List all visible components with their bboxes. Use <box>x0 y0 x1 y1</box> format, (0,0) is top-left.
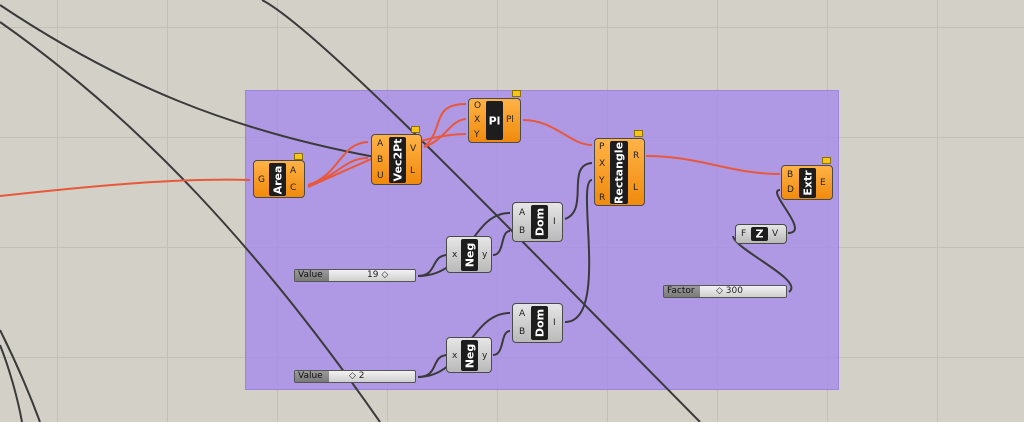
area-component[interactable]: G Area A C <box>253 160 305 198</box>
value-slider-1-label: Value <box>295 270 329 281</box>
pl-flag-icon <box>512 90 521 97</box>
neg2-name: Neg <box>461 340 478 371</box>
vec2pt-name: Vec2Pt <box>389 137 406 183</box>
value-slider-1-value[interactable]: 19 ◇ <box>367 270 388 281</box>
factor-slider-value[interactable]: ◇ 300 <box>716 286 743 297</box>
rectangle-output-l[interactable]: L <box>633 183 638 193</box>
z-input-f[interactable]: F <box>741 229 746 239</box>
extr-flag-icon <box>822 157 831 164</box>
rectangle-input-p[interactable]: P <box>599 142 604 152</box>
vec2pt-input-a[interactable]: A <box>377 139 383 149</box>
area-name: Area <box>269 163 286 196</box>
z-name: Z <box>751 227 768 241</box>
vec2pt-output-l[interactable]: L <box>410 166 415 176</box>
vec2pt-component[interactable]: A B U Vec2Pt V L <box>371 134 422 185</box>
extr-component[interactable]: B D Extr E <box>781 165 833 200</box>
dom1-name: Dom <box>531 205 548 239</box>
value-slider-2[interactable]: Value ◇ 2 <box>294 370 416 383</box>
rectangle-component[interactable]: P X Y R Rectangle R L <box>594 138 645 206</box>
neg1-name: Neg <box>461 239 478 271</box>
pl-component[interactable]: O X Y Pl Pl <box>468 98 521 143</box>
value-slider-2-value[interactable]: ◇ 2 <box>349 371 365 382</box>
neg2-output-y[interactable]: y <box>482 351 487 361</box>
rectangle-flag-icon <box>634 130 643 137</box>
extr-name: Extr <box>799 168 816 198</box>
factor-slider[interactable]: Factor ◇ 300 <box>663 285 787 298</box>
extr-output-e[interactable]: E <box>820 178 826 188</box>
neg2-input-x[interactable]: x <box>452 351 457 361</box>
dom-component-2[interactable]: A B Dom I <box>512 303 563 343</box>
rectangle-input-y[interactable]: Y <box>599 176 605 186</box>
extr-input-d[interactable]: D <box>787 185 794 195</box>
pl-input-y[interactable]: Y <box>474 130 480 140</box>
pl-output-pl[interactable]: Pl <box>506 115 514 125</box>
dom2-name: Dom <box>531 306 548 340</box>
value-slider-2-label: Value <box>295 371 329 382</box>
vec2pt-output-v[interactable]: V <box>410 144 416 154</box>
neg1-input-x[interactable]: x <box>452 250 457 260</box>
z-output-v[interactable]: V <box>772 229 778 239</box>
rectangle-output-r[interactable]: R <box>633 151 639 161</box>
rectangle-input-r[interactable]: R <box>599 193 605 203</box>
factor-slider-label: Factor <box>664 286 700 297</box>
dom2-output-i[interactable]: I <box>553 318 556 328</box>
neg-component-2[interactable]: x Neg y <box>446 337 492 373</box>
rectangle-name: Rectangle <box>610 141 628 204</box>
area-output-c[interactable]: C <box>290 183 296 193</box>
rectangle-input-x[interactable]: X <box>599 159 605 169</box>
neg-component-1[interactable]: x Neg y <box>446 236 492 273</box>
area-input-g[interactable]: G <box>258 175 265 185</box>
dom1-input-a[interactable]: A <box>519 208 525 218</box>
value-slider-1[interactable]: Value 19 ◇ <box>294 269 416 282</box>
pl-input-x[interactable]: X <box>474 115 480 125</box>
dom-component-1[interactable]: A B Dom I <box>512 202 563 242</box>
dom2-input-a[interactable]: A <box>519 309 525 319</box>
pl-name: Pl <box>486 101 503 140</box>
dom2-input-b[interactable]: B <box>519 327 525 337</box>
vec2pt-input-b[interactable]: B <box>377 155 383 165</box>
z-component[interactable]: F Z V <box>735 224 787 244</box>
vec2pt-input-u[interactable]: U <box>377 171 384 181</box>
dom1-input-b[interactable]: B <box>519 226 525 236</box>
area-flag-icon <box>294 153 303 160</box>
vec2pt-flag-icon <box>411 126 420 133</box>
neg1-output-y[interactable]: y <box>482 250 487 260</box>
pl-input-o[interactable]: O <box>474 101 481 111</box>
extr-input-b[interactable]: B <box>787 170 793 180</box>
area-output-a[interactable]: A <box>290 166 296 176</box>
dom1-output-i[interactable]: I <box>553 217 556 227</box>
